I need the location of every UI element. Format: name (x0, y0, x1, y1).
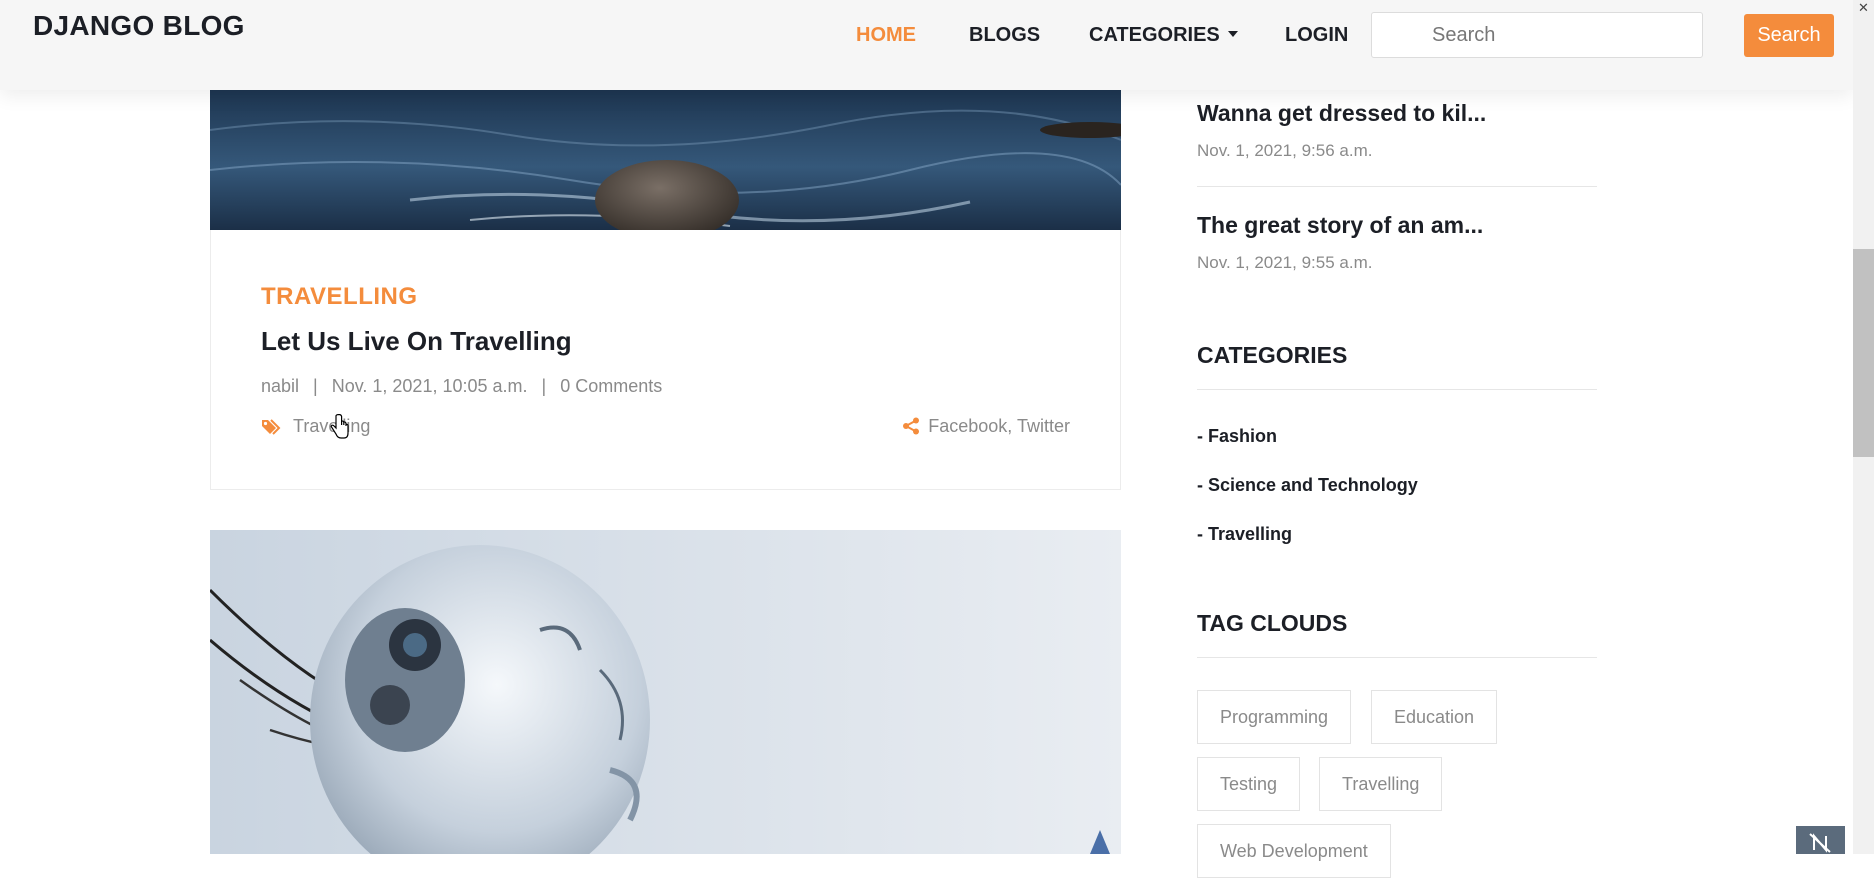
share-icon (902, 417, 920, 440)
post-date: Nov. 1, 2021, 10:05 a.m. (331, 376, 528, 396)
nav-home[interactable]: HOME (856, 24, 916, 47)
page-scrollbar-thumb[interactable] (1853, 249, 1874, 457)
post-meta: nabil | Nov. 1, 2021, 10:05 a.m. | 0 Comment… (261, 376, 662, 397)
nav-categories[interactable]: CATEGORIES (1089, 24, 1238, 47)
share-separator: , (1007, 416, 1013, 436)
tag-pill-travelling[interactable]: Travelling (1319, 757, 1443, 811)
tag-clouds-heading: TAG CLOUDS (1197, 610, 1348, 636)
close-icon[interactable]: ✕ (1858, 0, 1869, 16)
tag-pill-testing[interactable]: Testing (1197, 757, 1301, 811)
post-share: Facebook, Twitter (902, 416, 1070, 440)
nav-blogs[interactable]: BLOGS (969, 24, 1040, 47)
post-tags: Travelling (261, 416, 370, 441)
tag-pill-education[interactable]: Education (1371, 690, 1498, 744)
divider (1197, 657, 1597, 658)
post-image-robot[interactable] (210, 530, 1121, 854)
tag-pill-web-development[interactable]: Web Development (1197, 824, 1391, 878)
categories-heading: CATEGORIES (1197, 342, 1348, 368)
nav-categories-label: CATEGORIES (1089, 24, 1220, 46)
share-twitter-link[interactable]: Twitter (1017, 416, 1070, 436)
post-image-water[interactable] (210, 90, 1121, 230)
chevron-down-icon (1227, 31, 1238, 37)
nav-login[interactable]: LOGIN (1285, 24, 1348, 47)
divider (1197, 389, 1597, 390)
divider (1197, 186, 1597, 187)
recent-post-date: Nov. 1, 2021, 9:55 a.m. (1197, 253, 1373, 272)
recent-post[interactable]: The great story of an am... Nov. 1, 2021… (1197, 212, 1597, 273)
site-brand[interactable]: DJANGO BLOG (33, 10, 245, 42)
meta-separator: | (541, 376, 547, 396)
post-author[interactable]: nabil (261, 376, 299, 396)
meta-separator: | (313, 376, 318, 396)
search-input[interactable] (1371, 12, 1703, 58)
recent-post-date: Nov. 1, 2021, 9:56 a.m. (1197, 141, 1373, 160)
recent-post[interactable]: Wanna get dressed to kil... Nov. 1, 2021… (1197, 100, 1597, 161)
tags-icon (261, 418, 283, 441)
category-link-science-technology[interactable]: - Science and Technology (1197, 475, 1418, 496)
post-category[interactable]: TRAVELLING (261, 283, 418, 311)
share-facebook-link[interactable]: Facebook (928, 416, 1007, 436)
hand-cursor-icon (330, 413, 350, 445)
post-comments[interactable]: 0 Comments (560, 376, 662, 396)
post-title[interactable]: Let Us Live On Travelling (261, 326, 572, 357)
recent-post-title[interactable]: Wanna get dressed to kil... (1197, 100, 1597, 127)
category-link-fashion[interactable]: - Fashion (1197, 426, 1277, 447)
floating-action-icon[interactable] (1796, 826, 1845, 854)
tag-pill-programming[interactable]: Programming (1197, 690, 1352, 744)
navbar: DJANGO BLOG HOME BLOGS CATEGORIES LOGIN … (0, 0, 1853, 90)
recent-post-title[interactable]: The great story of an am... (1197, 212, 1597, 239)
category-link-travelling[interactable]: - Travelling (1197, 524, 1292, 545)
search-button[interactable]: Search (1744, 14, 1834, 57)
